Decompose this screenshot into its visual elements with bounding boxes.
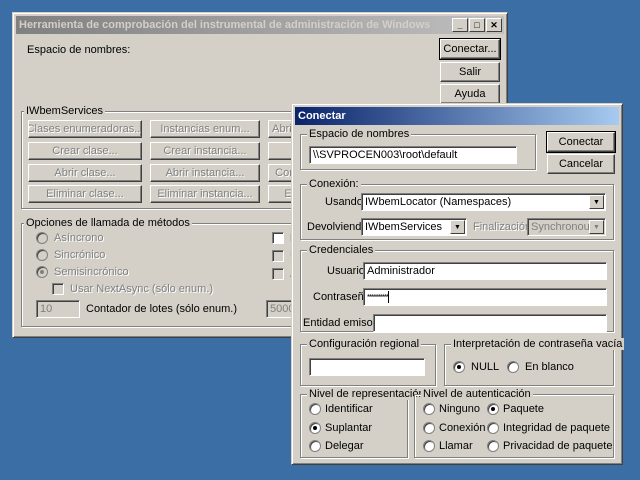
delete-class-button[interactable]: Eliminar clase... — [28, 185, 142, 203]
radio-sync-label: Sincrónico — [54, 249, 106, 261]
radio-selected-dot — [40, 270, 44, 274]
minimize-icon[interactable]: _ — [452, 18, 468, 32]
connect-dialog-titlebar[interactable]: Conectar — [295, 107, 619, 125]
text-cursor — [388, 291, 390, 304]
using-combo-value: IWbemLocator (Namespaces) — [365, 196, 512, 208]
user-input[interactable]: Administrador — [363, 262, 607, 280]
radio-semisync-label: Semisincrónico — [54, 266, 129, 278]
using-combo[interactable]: IWbemLocator (Namespaces) ▼ — [361, 193, 606, 211]
radio-blank-label: En blanco — [525, 361, 574, 373]
radio-selected-dot — [313, 426, 317, 430]
enum-classes-button[interactable]: Clases enumeradoras... — [28, 120, 142, 138]
user-label: Usuario: — [327, 265, 368, 277]
radio-selected-dot — [491, 407, 495, 411]
namespace-input[interactable]: \\SVPROCEN003\root\default — [309, 146, 517, 164]
batch-count-field[interactable]: 10 — [36, 300, 80, 318]
radio-packet[interactable] — [487, 403, 499, 415]
namespace-group-title: Espacio de nombres — [307, 128, 412, 140]
password-value: ********** — [367, 293, 389, 302]
radio-delegate[interactable] — [309, 440, 321, 452]
authentication-group: Nivel de autenticación Ninguno Paquete C… — [414, 388, 614, 458]
radio-identify-label: Identificar — [325, 403, 373, 415]
radio-packet-integrity[interactable] — [487, 422, 499, 434]
returning-combo-value: IWbemServices — [365, 221, 443, 233]
credentials-group-title: Credenciales — [307, 244, 376, 256]
open-class-button[interactable]: Abrir clase... — [28, 164, 142, 182]
password-interpretation-group: Interpretación de contraseña vacía NULL … — [444, 338, 625, 386]
locale-group-title: Configuración regional — [307, 338, 422, 350]
radio-semisync[interactable] — [36, 266, 48, 278]
radio-selected-dot — [457, 365, 461, 369]
radio-call-label: Llamar — [439, 440, 473, 452]
impersonation-group-title: Nivel de representación — [307, 388, 427, 400]
radio-null-label: NULL — [471, 361, 500, 373]
dialog-cancel-button[interactable]: Cancelar — [547, 154, 615, 174]
main-window-titlebar[interactable]: Herramienta de comprobación del instrume… — [16, 16, 504, 34]
radio-packet-integrity-label: Integridad de paquete — [503, 422, 611, 434]
returning-combo[interactable]: IWbemServices ▼ — [361, 218, 467, 236]
password-input[interactable]: ********** — [363, 288, 607, 306]
create-instance-button[interactable]: Crear instancia... — [150, 142, 260, 160]
namespace-label: Espacio de nombres: — [27, 44, 131, 56]
batch-count-label: Contador de lotes (sólo enum.) — [86, 303, 238, 315]
locale-input[interactable] — [309, 358, 425, 376]
right-check-1[interactable] — [272, 232, 284, 244]
radio-async[interactable] — [36, 232, 48, 244]
completion-combo-value: Synchronous — [531, 221, 596, 233]
radio-none[interactable] — [423, 403, 435, 415]
create-class-button[interactable]: Crear clase... — [28, 142, 142, 160]
chevron-down-icon[interactable]: ▼ — [450, 220, 465, 234]
impersonation-group: Nivel de representación Identificar Supl… — [300, 388, 427, 458]
radio-impersonate[interactable] — [309, 422, 321, 434]
dialog-connect-button[interactable]: Conectar — [546, 131, 616, 153]
help-button[interactable]: Ayuda — [440, 84, 500, 104]
radio-packet-label: Paquete — [503, 403, 544, 415]
connect-dialog: Conectar Conectar Cancelar Espacio de no… — [291, 103, 625, 465]
use-nextasync-checkbox[interactable] — [52, 283, 64, 295]
password-interpretation-title: Interpretación de contraseña vacía — [451, 338, 625, 350]
namespace-group: Espacio de nombres \\SVPROCEN003\root\de… — [300, 128, 536, 170]
radio-impersonate-label: Suplantar — [325, 422, 373, 434]
locale-group: Configuración regional — [300, 338, 436, 386]
radio-delegate-label: Delegar — [325, 440, 364, 452]
radio-call[interactable] — [423, 440, 435, 452]
chevron-down-icon[interactable]: ▼ — [589, 195, 604, 209]
connect-button[interactable]: Conectar... — [439, 38, 501, 60]
radio-blank[interactable] — [507, 361, 519, 373]
connection-group-title: Conexión: — [307, 178, 361, 190]
authentication-group-title: Nivel de autenticación — [421, 388, 533, 400]
delete-instance-button[interactable]: Eliminar instancia... — [150, 185, 260, 203]
connection-group: Conexión: Usando: IWbemLocator (Namespac… — [300, 178, 614, 240]
enum-instances-button[interactable]: Instancias enum... — [150, 120, 260, 138]
completion-label: Finalización: — [473, 221, 535, 233]
radio-connection-label: Conexión — [439, 422, 486, 434]
exit-button[interactable]: Salir — [440, 62, 500, 82]
use-nextasync-label: Usar NextAsync (sólo enum.) — [70, 283, 214, 295]
maximize-icon[interactable]: □ — [469, 18, 485, 32]
credentials-group: Credenciales Usuario: Administrador Cont… — [300, 244, 614, 332]
completion-combo[interactable]: Synchronous ▼ — [527, 218, 606, 236]
connect-dialog-title: Conectar — [298, 110, 346, 122]
radio-null[interactable] — [453, 361, 465, 373]
open-instance-button[interactable]: Abrir instancia... — [150, 164, 260, 182]
main-window-title: Herramienta de comprobación del instrume… — [19, 19, 431, 31]
iwbem-services-title: IWbemServices — [24, 105, 106, 117]
right-check-2[interactable] — [272, 250, 284, 262]
radio-none-label: Ninguno — [439, 403, 480, 415]
radio-async-label: Asíncrono — [54, 232, 104, 244]
close-icon[interactable]: ✕ — [486, 18, 502, 32]
radio-connection[interactable] — [423, 422, 435, 434]
authority-input[interactable] — [373, 314, 607, 332]
radio-packet-privacy-label: Privacidad de paquete — [503, 440, 613, 452]
using-label: Usando: — [325, 196, 366, 208]
method-options-title: Opciones de llamada de métodos — [24, 217, 192, 229]
right-check-3[interactable] — [272, 268, 284, 280]
radio-packet-privacy[interactable] — [487, 440, 499, 452]
radio-identify[interactable] — [309, 403, 321, 415]
chevron-down-icon[interactable]: ▼ — [589, 220, 604, 234]
radio-sync[interactable] — [36, 249, 48, 261]
